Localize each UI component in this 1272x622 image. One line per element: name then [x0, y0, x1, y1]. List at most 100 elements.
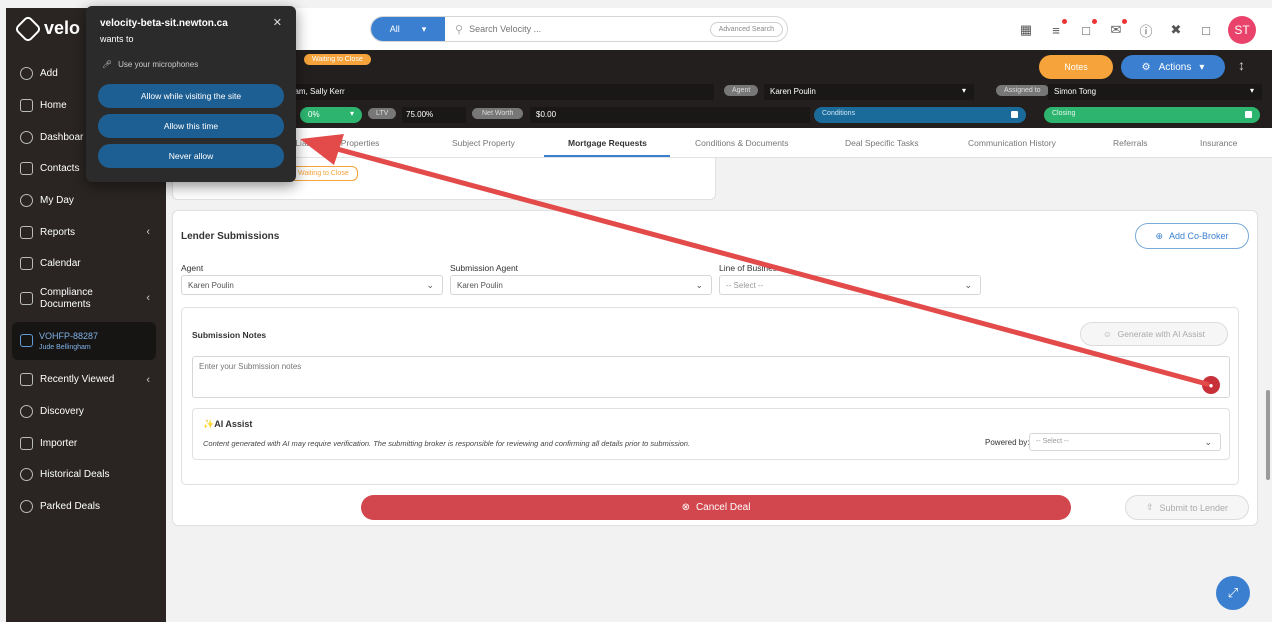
agent-label: Agent — [724, 85, 759, 96]
powered-by-select[interactable]: -- Select -- ⌄ — [1029, 433, 1221, 451]
notes-button[interactable]: Notes — [1039, 55, 1113, 79]
agent-select[interactable]: Karen Poulin ⌄ — [181, 275, 443, 295]
tab-deal-specific-tasks[interactable]: Deal Specific Tasks — [845, 138, 919, 148]
submission-agent-label: Submission Agent — [450, 263, 519, 273]
deal-id: VOHFP-88287 — [39, 330, 99, 341]
submission-agent-select[interactable]: Karen Poulin ⌄ — [450, 275, 712, 295]
ai-sparkle-icon: ✨ — [203, 419, 215, 429]
dashboard-icon — [20, 130, 33, 144]
caret-down-icon: ▾ — [421, 23, 427, 34]
deal-client-name: Jude Bellingham — [39, 343, 91, 351]
allow-this-time-button[interactable]: Allow this time — [98, 114, 284, 138]
tools-icon[interactable]: ✖ — [1168, 22, 1184, 38]
add-co-broker-button[interactable]: ⊕ Add Co-Broker — [1135, 223, 1249, 249]
card-status-badge: Waiting to Close — [289, 166, 358, 181]
top-icons: ▦ ≡ □ ✉ ⓘ ✖ □ ST — [1018, 16, 1256, 44]
logo[interactable]: velo — [13, 14, 81, 43]
reports-icon — [20, 225, 33, 239]
global-search: All▾ ⚲ Advanced Search — [370, 16, 788, 42]
submission-notes-input[interactable] — [192, 356, 1230, 398]
sidebar-active-deal[interactable]: VOHFP-88287 Jude Bellingham — [12, 321, 156, 360]
bookmark-icon[interactable]: □ — [1078, 19, 1097, 38]
sidebar-item-parked-deals[interactable]: Parked Deals — [6, 491, 166, 523]
search-input[interactable] — [469, 24, 670, 34]
microphone-icon: 🎤︎ — [102, 60, 113, 69]
tab-referrals[interactable]: Referrals — [1113, 138, 1147, 148]
close-icon[interactable]: ✕ — [273, 16, 282, 29]
logo-text: velo — [44, 18, 81, 38]
tab-mortgage-requests[interactable]: Mortgage Requests — [568, 138, 647, 148]
applicants-field[interactable]: ham, Sally Kerr — [284, 84, 714, 100]
advanced-search-button[interactable]: Advanced Search — [709, 21, 783, 37]
tab-conditions-documents[interactable]: Conditions & Documents — [695, 138, 789, 148]
home-icon — [20, 99, 33, 113]
tab-subject-property[interactable]: Subject Property — [452, 138, 515, 148]
sidebar-item-compliance-documents[interactable]: Compliance Documents ‹ — [6, 280, 166, 318]
closing-date-field[interactable]: Closing — [1044, 107, 1260, 123]
ltv-label: LTV — [368, 108, 397, 119]
caret-down-icon: ▾ — [349, 109, 354, 118]
tab-assets-liabilities[interactable]: ts, Liabilities & Properties — [284, 138, 379, 148]
sidebar-item-calendar[interactable]: Calendar — [6, 248, 166, 280]
pin-icon[interactable]: ↕ — [1238, 57, 1245, 73]
allow-while-visiting-button[interactable]: Allow while visiting the site — [98, 84, 284, 108]
upload-icon: ⇧ — [1145, 502, 1154, 512]
line-of-business-label: Line of Business — [719, 263, 782, 273]
user-avatar[interactable]: ST — [1228, 16, 1256, 44]
search-scope-select[interactable]: All ▾ — [371, 17, 445, 41]
lender-submissions-title: Lender Submissions — [181, 231, 280, 242]
generate-ai-button[interactable]: ☺ Generate with AI Assist — [1080, 322, 1228, 346]
net-worth-label: Net Worth — [472, 108, 524, 119]
microphone-button[interactable]: ● — [1202, 376, 1220, 394]
plus-circle-icon: ⊕ — [1155, 230, 1163, 241]
actions-button[interactable]: ⚙ Actions ▾ — [1121, 55, 1225, 79]
line-of-business-select[interactable]: -- Select -- ⌄ — [719, 275, 981, 295]
expand-fab-button[interactable]: ⤢ — [1216, 576, 1250, 610]
expand-icon: ⤢ — [1227, 585, 1239, 600]
sidebar-item-my-day[interactable]: My Day — [6, 185, 166, 217]
agent-select[interactable]: Karen Poulin ▾ — [764, 84, 974, 100]
search-icon: ⚲ — [455, 23, 464, 36]
sidebar-item-discovery[interactable]: Discovery — [6, 396, 166, 428]
ai-assist-section: ✨AI Assist Content generated with AI may… — [192, 408, 1230, 460]
tasks-icon[interactable]: ≡ — [1048, 19, 1067, 38]
notification-dot — [1122, 19, 1127, 24]
ai-disclaimer: Content generated with AI may require ve… — [203, 439, 691, 448]
permission-site: velocity-beta-sit.newton.ca — [100, 18, 228, 29]
deal-icon — [20, 334, 33, 348]
recent-icon — [20, 373, 33, 387]
microphone-icon: ● — [1208, 380, 1214, 390]
page-scrollbar[interactable] — [1266, 390, 1270, 480]
calculator-icon[interactable]: ▦ — [1018, 22, 1034, 38]
sidebar-item-recently-viewed[interactable]: Recently Viewed ‹ — [6, 364, 166, 396]
calendar-icon — [20, 257, 33, 271]
chevron-left-icon: ‹ — [146, 373, 150, 386]
discovery-icon — [20, 404, 33, 418]
x-circle-icon: ⊗ — [681, 502, 690, 513]
top-bar: All▾ ⚲ Advanced Search ▦ ≡ □ ✉ ⓘ ✖ □ ST — [166, 8, 1272, 50]
cancel-deal-button[interactable]: ⊗ Cancel Deal — [361, 495, 1071, 520]
active-tab-indicator — [544, 155, 670, 157]
chevron-down-icon: ⌄ — [964, 280, 972, 290]
tab-communication-history[interactable]: Communication History — [968, 138, 1056, 148]
velocity-logo-icon — [13, 14, 43, 43]
tab-insurance[interactable]: Insurance — [1200, 138, 1237, 148]
assigned-to-select[interactable]: Simon Tong ▾ — [1048, 84, 1262, 100]
submission-notes-section: Submission Notes ☺ Generate with AI Assis… — [181, 307, 1239, 485]
deal-status-badge: Waiting to Close — [304, 54, 371, 65]
chevron-down-icon: ⌄ — [426, 280, 434, 290]
submit-to-lender-button[interactable]: ⇧ Submit to Lender — [1125, 495, 1249, 520]
sidebar-item-reports[interactable]: Reports ‹ — [6, 216, 166, 248]
help-icon[interactable]: ⓘ — [1138, 22, 1154, 39]
chevron-left-icon: ‹ — [146, 292, 150, 305]
mail-icon[interactable]: ✉ — [1108, 19, 1127, 38]
deal-header: Waiting to Close Notes ⚙ Actions ▾ ↕ ham, … — [166, 50, 1272, 128]
ltv-value: 75.00% — [402, 107, 466, 123]
completion-percent[interactable]: 0% ▾ — [300, 107, 362, 123]
sidebar-item-importer[interactable]: Importer — [6, 427, 166, 459]
chat-icon[interactable]: □ — [1198, 22, 1214, 38]
conditions-date-field[interactable]: Conditions — [814, 107, 1026, 123]
ai-robot-icon: ☺ — [1102, 329, 1112, 339]
never-allow-button[interactable]: Never allow — [98, 144, 284, 168]
sidebar-item-historical-deals[interactable]: Historical Deals — [6, 459, 166, 491]
